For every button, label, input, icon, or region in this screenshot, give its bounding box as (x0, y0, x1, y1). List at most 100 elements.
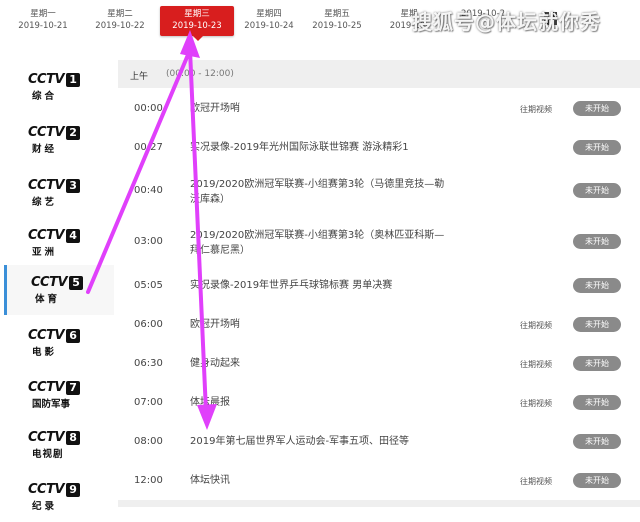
channel-logo: CCTV 2 财经 (28, 125, 92, 155)
program-name[interactable]: 实况录像-2019年光州国际泳联世锦赛 游泳精彩1 (190, 140, 460, 155)
cctv-brand: CCTV (28, 72, 65, 87)
program-row: 08:00 2019年第七届世界军人运动会-军事五项、田径等 未开始 (118, 424, 640, 463)
channel-item-cctv4[interactable]: CCTV 4 亚洲 (4, 218, 114, 268)
day-tab-2[interactable]: 星期二 2019-10-22 (83, 6, 157, 36)
period-range: (00:00 - 12:00) (166, 69, 234, 79)
status-badge: 未开始 (573, 434, 621, 449)
channel-item-cctv8[interactable]: CCTV 8 电视剧 (4, 420, 114, 470)
program-time: 03:00 (134, 236, 163, 247)
program-name[interactable]: 体坛快讯 (190, 473, 460, 488)
day-date: 2019-10-21 (18, 21, 68, 31)
channel-item-cctv7[interactable]: CCTV 7 国防军事 (4, 370, 114, 420)
program-name[interactable]: 健身动起来 (190, 356, 460, 371)
day-tab-4[interactable]: 星期四 2019-10-24 (232, 6, 306, 36)
status-badge: 未开始 (573, 183, 621, 198)
cctv-brand: CCTV (28, 228, 65, 243)
program-row: 05:05 实况录像-2019年世界乒乓球锦标赛 男单决赛 未开始 (118, 268, 640, 307)
channel-item-cctv6[interactable]: CCTV 6 电影 (4, 318, 114, 368)
channel-number: 9 (66, 482, 81, 497)
channel-name: 体育 (35, 294, 61, 305)
channel-number: 7 (66, 380, 81, 395)
channel-list: CCTV 1 综合 CCTV 2 财经 CCTV 3 综艺 CCTV 4 亚洲 CCTV 5 体育 … (4, 60, 114, 522)
status-badge: 未开始 (573, 356, 621, 371)
cctv-brand: CCTV (28, 328, 65, 343)
program-row: 03:00 2019/2020欧洲冠军联赛-小组赛第3轮（奥林匹亚科斯—拜仁慕尼… (118, 218, 640, 268)
program-row: 06:00 欧冠开场哨 往期视频 未开始 (118, 307, 640, 346)
cctv-brand: CCTV (28, 482, 65, 497)
channel-number: 1 (66, 72, 81, 87)
day-weekday: 星期五 (324, 9, 350, 19)
channel-number: 3 (66, 178, 81, 193)
program-row: 00:00 欧冠开场哨 往期视频 未开始 (118, 89, 640, 128)
status-badge: 未开始 (573, 140, 621, 155)
status-badge: 未开始 (573, 278, 621, 293)
program-name[interactable]: 2019/2020欧洲冠军联赛-小组赛第3轮（马德里竞技—勒沃库森） (190, 177, 452, 207)
day-weekday: 星期四 (256, 9, 282, 19)
replay-link[interactable]: 往期视频 (520, 320, 552, 331)
status-badge: 未开始 (573, 317, 621, 332)
day-weekday: 星期一 (30, 9, 56, 19)
cctv-brand: CCTV (28, 178, 65, 193)
channel-item-cctv9[interactable]: CCTV 9 纪录 (4, 472, 114, 522)
channel-logo: CCTV 3 综艺 (28, 178, 92, 208)
channel-item-cctv3[interactable]: CCTV 3 综艺 (4, 168, 114, 218)
program-time: 00:27 (134, 142, 163, 153)
cctv-brand: CCTV (28, 380, 65, 395)
program-time: 08:00 (134, 436, 163, 447)
program-time: 05:05 (134, 280, 163, 291)
replay-link[interactable]: 往期视频 (520, 398, 552, 409)
program-name[interactable]: 体坛晨报 (190, 395, 460, 410)
program-name[interactable]: 实况录像-2019年世界乒乓球锦标赛 男单决赛 (190, 278, 460, 293)
channel-item-cctv1[interactable]: CCTV 1 综合 (4, 62, 114, 112)
status-badge: 未开始 (573, 473, 621, 488)
channel-number: 4 (66, 228, 81, 243)
program-row: 12:00 体坛快讯 往期视频 未开始 (118, 463, 640, 502)
day-date: 2019-10-25 (312, 21, 362, 31)
channel-item-cctv5[interactable]: CCTV 5 体育 (4, 265, 114, 315)
program-time: 06:30 (134, 358, 163, 369)
program-time: 06:00 (134, 319, 163, 330)
cctv-brand: CCTV (28, 430, 65, 445)
program-name[interactable]: 2019/2020欧洲冠军联赛-小组赛第3轮（奥林匹亚科斯—拜仁慕尼黑） (190, 228, 452, 258)
date-bar: 星期一 2019-10-21 星期二 2019-10-22 星期三 2019-10-2… (0, 0, 640, 41)
next-period-header (118, 500, 640, 507)
status-badge: 未开始 (573, 101, 621, 116)
channel-name: 电影 (32, 347, 58, 358)
program-row: 06:30 健身动起来 往期视频 未开始 (118, 346, 640, 385)
program-name[interactable]: 2019年第七届世界军人运动会-军事五项、田径等 (190, 434, 460, 449)
channel-name: 国防军事 (32, 399, 71, 410)
channel-name: 电视剧 (32, 449, 64, 460)
channel-number: 2 (66, 125, 81, 140)
program-time: 07:00 (134, 397, 163, 408)
channel-logo: CCTV 4 亚洲 (28, 228, 92, 258)
day-date: 2019-10-22 (95, 21, 145, 31)
period-header: 上午 (00:00 - 12:00) (118, 60, 640, 88)
day-tab-1[interactable]: 星期一 2019-10-21 (6, 6, 80, 36)
cctv-brand: CCTV (28, 125, 65, 140)
day-tab-5[interactable]: 星期五 2019-10-25 (300, 6, 374, 36)
channel-name: 亚洲 (32, 247, 58, 258)
channel-name: 纪录 (32, 501, 58, 512)
cctv-brand: CCTV (31, 275, 68, 290)
program-name[interactable]: 欧冠开场哨 (190, 317, 460, 332)
program-row: 00:27 实况录像-2019年光州国际泳联世锦赛 游泳精彩1 未开始 (118, 128, 640, 167)
replay-link[interactable]: 往期视频 (520, 104, 552, 115)
day-date: 2019-10-23 (172, 21, 222, 31)
replay-link[interactable]: 往期视频 (520, 476, 552, 487)
day-tab-3[interactable]: 星期三 2019-10-23 (160, 6, 234, 41)
program-schedule: 上午 (00:00 - 12:00) 00:00 欧冠开场哨 往期视频 未开始 … (118, 60, 640, 507)
status-badge: 未开始 (573, 395, 621, 410)
channel-logo: CCTV 8 电视剧 (28, 430, 92, 460)
replay-link[interactable]: 往期视频 (520, 359, 552, 370)
day-weekday: 星期三 (184, 9, 210, 19)
program-time: 00:00 (134, 103, 163, 114)
program-name[interactable]: 欧冠开场哨 (190, 101, 460, 116)
channel-number: 6 (66, 328, 81, 343)
program-time: 00:40 (134, 185, 163, 196)
program-row: 07:00 体坛晨报 往期视频 未开始 (118, 385, 640, 424)
status-badge: 未开始 (573, 234, 621, 249)
channel-item-cctv2[interactable]: CCTV 2 财经 (4, 115, 114, 165)
channel-logo: CCTV 7 国防军事 (28, 380, 92, 410)
channel-logo: CCTV 6 电影 (28, 328, 92, 358)
channel-name: 综合 (32, 91, 58, 102)
